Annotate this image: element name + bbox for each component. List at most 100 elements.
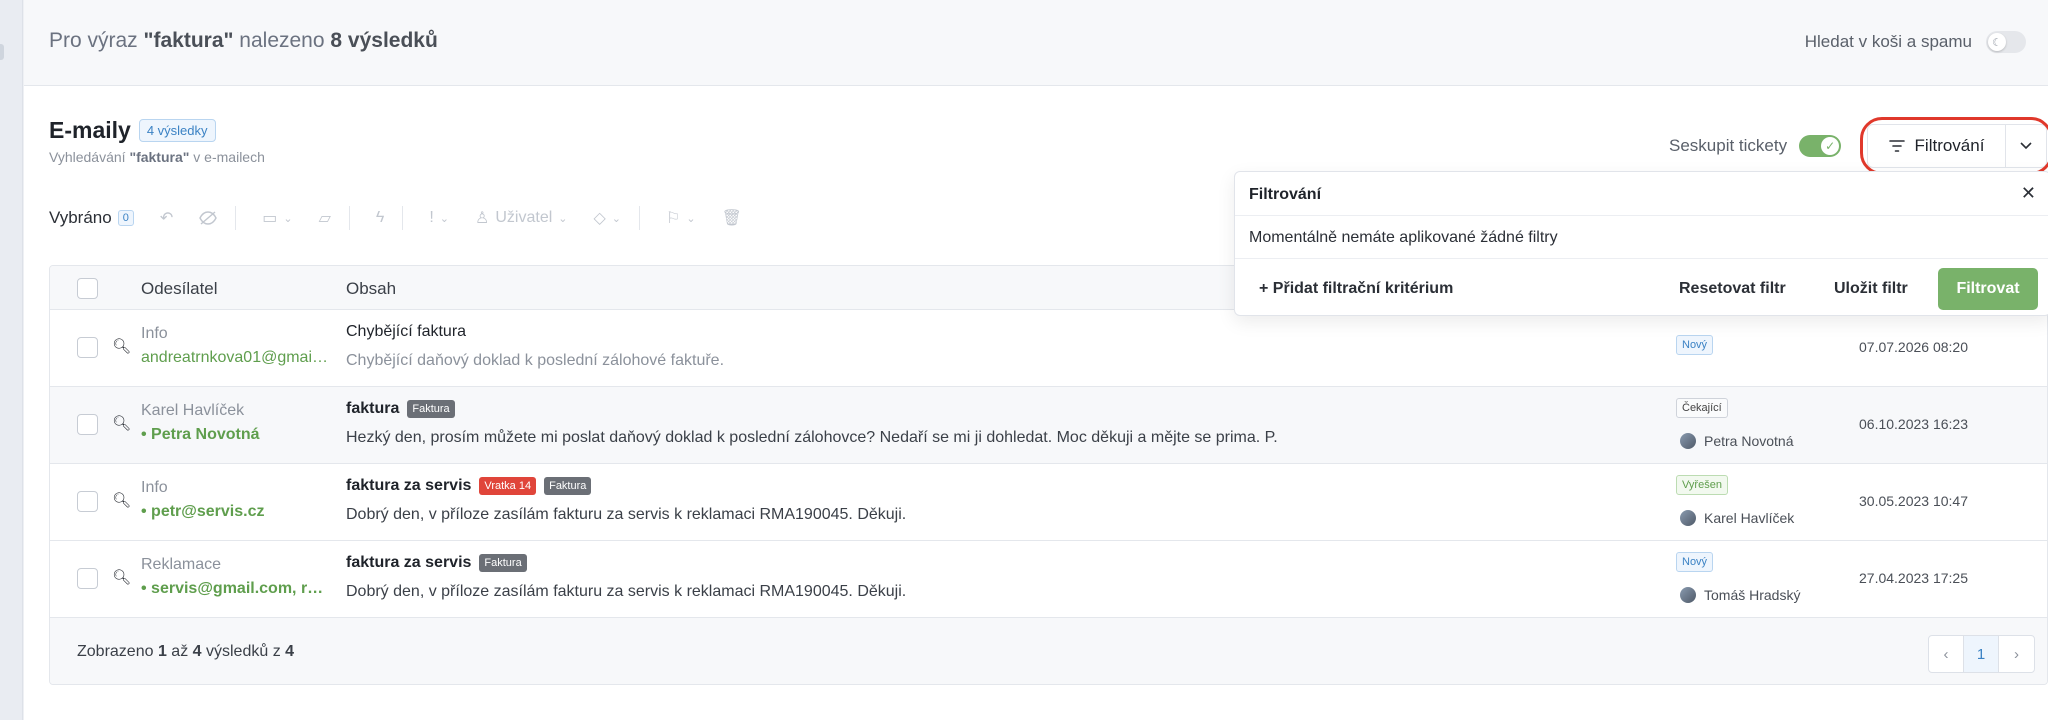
- section-subtitle: Vyhledávání "faktura" v e-mailech: [49, 149, 265, 165]
- tag-badge: Faktura: [407, 400, 455, 418]
- chevron-left-icon[interactable]: ‹: [1929, 636, 1964, 672]
- lightning-icon[interactable]: ϟ: [376, 209, 384, 227]
- subtitle-prefix: Vyhledávání: [49, 149, 130, 165]
- search-summary: Pro výraz "faktura" nalezeno 8 výsledků: [49, 29, 438, 53]
- sender-contact: • petr@servis.cz: [141, 503, 265, 520]
- group-switch[interactable]: ✓: [1799, 135, 1842, 157]
- save-filter-button[interactable]: Uložit filtr: [1834, 280, 1908, 298]
- summary-count: 8 výsledků: [330, 29, 438, 52]
- search-icon[interactable]: 🔍︎: [112, 491, 131, 509]
- sender-contact-text: servis@gmail.com, r…: [151, 580, 324, 597]
- status-badge: Nový: [1676, 552, 1714, 572]
- email-subject[interactable]: faktura za servis Vratka 14 Faktura: [346, 477, 592, 495]
- tag-badge: Faktura: [479, 554, 527, 572]
- summary-prefix: Pro výraz: [49, 29, 144, 52]
- column-header-sender[interactable]: Odesílatel: [141, 279, 218, 299]
- folder-icon[interactable]: ▱: [319, 208, 331, 228]
- toolbar-divider: [348, 206, 350, 230]
- user-icon: ♙: [475, 210, 490, 227]
- email-date: 27.04.2023 17:25: [1859, 570, 1968, 586]
- plus-icon: +: [1259, 280, 1273, 297]
- email-subject[interactable]: faktura za servis Faktura: [346, 554, 527, 572]
- page-button[interactable]: 1: [1964, 636, 1999, 672]
- group-toggle-label: Seskupit tickety: [1669, 136, 1788, 155]
- reset-filter-button[interactable]: Resetovat filtr: [1679, 280, 1786, 298]
- hide-icon[interactable]: [199, 211, 218, 225]
- column-header-content[interactable]: Obsah: [346, 279, 396, 299]
- filter-dropdown-toggle[interactable]: [2006, 142, 2046, 150]
- status-badge: Nový: [1676, 335, 1714, 355]
- section-header: E-maily 4 výsledky: [49, 117, 216, 144]
- row-checkbox[interactable]: [77, 491, 98, 512]
- pagination-prefix: Zobrazeno: [77, 643, 158, 660]
- subtitle-term: "faktura": [129, 149, 190, 165]
- main-panel: Pro výraz "faktura" nalezeno 8 výsledků …: [24, 0, 2048, 720]
- add-filter-label: Přidat filtrační kritérium: [1272, 280, 1454, 297]
- popover-header: Filtrování ✕: [1235, 172, 2048, 216]
- email-preview: Hezký den, prosím můžete mi poslat daňov…: [346, 429, 1278, 446]
- close-icon[interactable]: ✕: [2021, 183, 2036, 204]
- filter-button[interactable]: Filtrování: [1868, 125, 2006, 167]
- search-icon[interactable]: 🔍︎: [112, 337, 131, 355]
- email-subject[interactable]: Chybějící faktura: [346, 323, 466, 341]
- group-tickets-toggle[interactable]: Seskupit tickety ✓: [1669, 135, 1842, 157]
- pagination-from: 1: [157, 643, 167, 660]
- pagination-mid: až: [166, 643, 193, 660]
- row-checkbox[interactable]: [77, 337, 98, 358]
- section-title: E-maily: [49, 117, 131, 143]
- pagination: ‹ 1 ›: [1928, 635, 2035, 673]
- flag-icon[interactable]: ⚐ ⌄: [666, 208, 696, 228]
- subtitle-suffix: v e-mailech: [189, 149, 265, 165]
- status-badge: Vyřešen: [1676, 475, 1728, 495]
- trash-spam-toggle[interactable]: Hledat v koši a spamu ☾: [1805, 31, 2026, 53]
- chevron-right-icon[interactable]: ›: [1999, 636, 2034, 672]
- toolbar-divider: [639, 206, 641, 230]
- search-icon[interactable]: 🔍︎: [112, 414, 131, 432]
- sender-name: Karel Havlíček: [141, 402, 245, 419]
- assignee: Petra Novotná: [1680, 433, 1794, 449]
- popover-title: Filtrování: [1249, 186, 1322, 203]
- toolbar-divider: [235, 206, 237, 230]
- left-rail: [0, 0, 23, 720]
- toolbar-divider: [402, 206, 404, 230]
- row-checkbox[interactable]: [77, 414, 98, 435]
- search-icon[interactable]: 🔍︎: [112, 568, 131, 586]
- apply-filter-button[interactable]: Filtrovat: [1938, 268, 2038, 310]
- pagination-to: 4: [192, 643, 202, 660]
- pagination-info: Zobrazeno 1 až 4 výsledků z 4: [77, 643, 294, 661]
- moon-icon: ☾: [1988, 33, 2006, 51]
- avatar: [1680, 510, 1696, 526]
- emails-table: Odesílatel Obsah 🔍︎ Info andreatrnkova01…: [49, 265, 2048, 685]
- sender-contact: • Petra Novotná: [141, 426, 260, 443]
- table-row[interactable]: 🔍︎ Karel Havlíček • Petra Novotná faktur…: [50, 387, 2047, 464]
- email-subject[interactable]: faktura Faktura: [346, 400, 455, 418]
- assign-user-dropdown[interactable]: ♙ Uživatel ⌄: [475, 208, 567, 228]
- select-all-checkbox[interactable]: [77, 278, 98, 299]
- chevron-down-icon: [2020, 142, 2032, 150]
- summary-term: "faktura": [143, 29, 234, 52]
- row-checkbox[interactable]: [77, 568, 98, 589]
- assignee: Karel Havlíček: [1680, 510, 1794, 526]
- table-row[interactable]: 🔍︎ Info • petr@servis.cz faktura za serv…: [50, 464, 2047, 541]
- sender-contact-text: Petra Novotná: [151, 426, 260, 443]
- inbox-icon[interactable]: ▭ ⌄: [262, 208, 292, 228]
- rail-handle[interactable]: [0, 44, 4, 60]
- search-summary-bar: Pro výraz "faktura" nalezeno 8 výsledků …: [24, 0, 2048, 86]
- sender-email: andreatrnkova01@gmail.com: [141, 349, 331, 366]
- tag-icon[interactable]: ◇ ⌄: [593, 208, 621, 228]
- table-row[interactable]: 🔍︎ Info andreatrnkova01@gmail.com Chyběj…: [50, 310, 2047, 387]
- summary-middle: nalezeno: [233, 29, 331, 52]
- filter-popover: Filtrování ✕ Momentálně nemáte aplikovan…: [1234, 171, 2048, 316]
- sender-name: Info: [141, 479, 168, 496]
- filter-button-label: Filtrování: [1914, 136, 1985, 155]
- sender-name: Info: [141, 325, 168, 342]
- table-row[interactable]: 🔍︎ Reklamace • servis@gmail.com, r… fakt…: [50, 541, 2047, 618]
- email-date: 06.10.2023 16:23: [1859, 416, 1968, 432]
- add-filter-button[interactable]: + Přidat filtrační kritérium: [1259, 280, 1453, 298]
- sender-contact: • servis@gmail.com, r…: [141, 580, 324, 597]
- email-preview: Chybějící daňový doklad k poslední záloh…: [346, 352, 725, 369]
- priority-icon[interactable]: ! ⌄: [429, 209, 449, 227]
- trash-switch[interactable]: ☾: [1986, 31, 2026, 53]
- trash-icon[interactable]: 🗑︎: [722, 208, 742, 228]
- reply-icon[interactable]: ↶: [160, 208, 173, 228]
